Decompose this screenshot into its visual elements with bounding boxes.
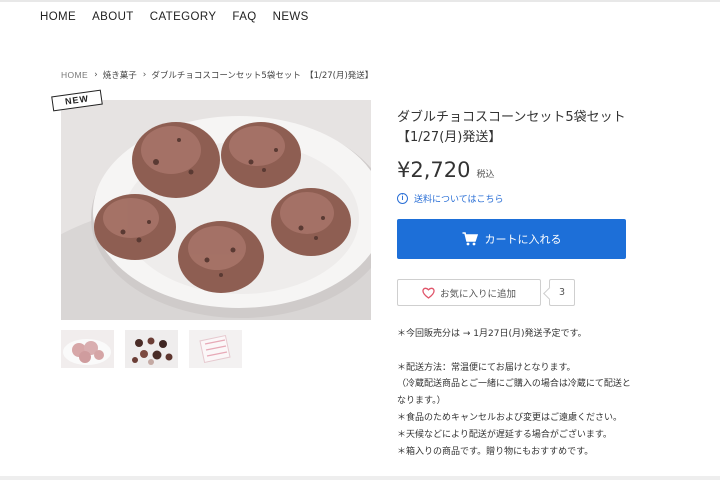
- shipping-info-link[interactable]: i 送料についてはこちら: [397, 192, 504, 205]
- thumbnail-pink-scones-image: [61, 330, 114, 368]
- product-main-image[interactable]: [61, 100, 371, 320]
- description-line: ＊箱入りの商品です。贈り物にもおすすめです。: [397, 446, 594, 457]
- main-nav: HOME ABOUT CATEGORY FAQ NEWS: [40, 11, 325, 23]
- product-description: ＊今回販売分は → 1月27日(月)発送予定です。 ＊配送方法：常温便にてお届け…: [397, 326, 659, 460]
- description-line: （冷蔵配送商品とご一緒にご購入の場合は冷蔵にて配送と: [397, 379, 631, 390]
- description-line: ＊天候などにより配送が遅延する場合がございます。: [397, 429, 612, 440]
- breadcrumb-home[interactable]: HOME: [61, 70, 88, 80]
- description-line: ＊食品のためキャンセルおよび変更はご遠慮ください。: [397, 412, 623, 423]
- chevron-right-icon: ›: [94, 70, 98, 80]
- bottom-divider: [0, 476, 720, 480]
- add-to-favorites-button[interactable]: お気に入りに追加: [397, 279, 541, 306]
- nav-news[interactable]: NEWS: [273, 11, 309, 23]
- top-divider: [0, 0, 720, 2]
- add-to-cart-label: カートに入れる: [484, 233, 562, 246]
- shipping-link-label: 送料についてはこちら: [414, 195, 504, 205]
- thumbnail-3[interactable]: [189, 330, 242, 368]
- breadcrumb-category[interactable]: 焼き菓子: [103, 69, 137, 81]
- tax-label: 税込: [476, 170, 495, 180]
- price-row: ¥2,720 税込: [397, 158, 495, 182]
- thumbnail-1[interactable]: [61, 330, 114, 368]
- product-title-line1: ダブルチョコスコーンセット5袋セット: [397, 110, 626, 125]
- chevron-right-icon: ›: [142, 70, 147, 80]
- description-line: ＊配送方法：常温便にてお届けとなります。: [397, 362, 576, 373]
- nav-category[interactable]: CATEGORY: [150, 11, 217, 23]
- nav-faq[interactable]: FAQ: [232, 11, 256, 23]
- thumbnail-2[interactable]: [125, 330, 178, 368]
- nav-home[interactable]: HOME: [40, 11, 76, 23]
- product-title-line2: 【1/27(月)発送】: [397, 130, 502, 145]
- description-line: ＊今回販売分は → 1月27日(月)発送予定です。: [397, 329, 587, 339]
- cart-icon: [462, 232, 478, 246]
- description-line: なります。）: [397, 396, 446, 407]
- product-price: ¥2,720: [397, 158, 471, 182]
- thumbnail-chocolate-pieces-image: [125, 330, 178, 368]
- breadcrumb-current: ダブルチョコスコーンセット5袋セット 【1/27(月)発送】: [151, 71, 374, 81]
- breadcrumb: HOME › 焼き菓子 › ダブルチョコスコーンセット5袋セット 【1/27(月…: [61, 69, 373, 81]
- favorite-label: お気に入りに追加: [439, 288, 516, 300]
- heart-icon: [422, 287, 435, 299]
- product-title: ダブルチョコスコーンセット5袋セット 【1/27(月)発送】: [397, 108, 657, 148]
- scones-on-plate-image: [61, 100, 371, 320]
- add-to-cart-button[interactable]: カートに入れる: [397, 219, 626, 259]
- info-icon: i: [397, 193, 408, 204]
- thumbnail-list: [61, 330, 242, 368]
- thumbnail-gift-box-image: [189, 330, 242, 368]
- favorite-count: 3: [549, 279, 575, 306]
- nav-about[interactable]: ABOUT: [92, 11, 134, 23]
